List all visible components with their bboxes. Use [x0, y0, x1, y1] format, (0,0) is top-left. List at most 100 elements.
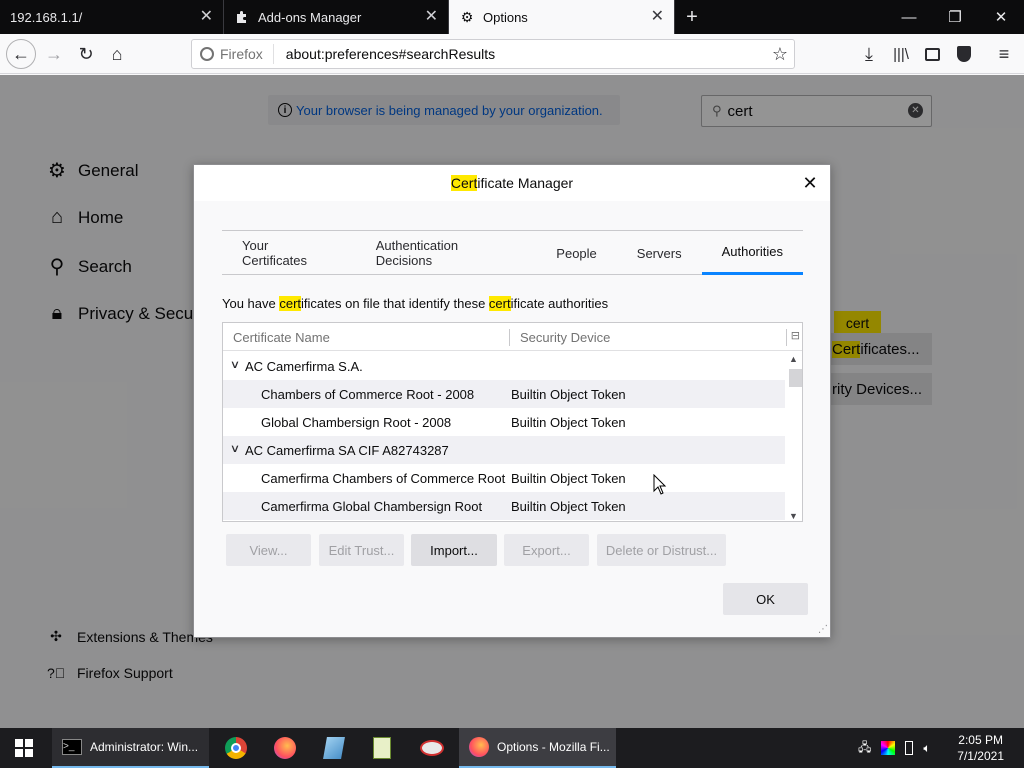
security-device: Builtin Object Token	[511, 415, 626, 430]
ublock-button[interactable]	[950, 40, 978, 68]
terminal-icon: >_	[62, 739, 82, 755]
sidebar-button[interactable]	[918, 40, 946, 68]
close-window-button[interactable]: ✕	[978, 0, 1024, 34]
volume-muted-icon[interactable]: 🔈︎	[923, 741, 930, 756]
notepad-icon	[373, 737, 391, 759]
chevron-down-icon[interactable]: ∨	[230, 358, 240, 371]
column-picker-icon[interactable]: ⊟	[791, 329, 800, 342]
tab-router[interactable]: 192.168.1.1/ ✕	[0, 0, 224, 34]
bookmark-star-icon[interactable]: ☆	[772, 44, 788, 65]
clock-time: 2:05 PM	[958, 733, 1003, 747]
tab-authentication-decisions[interactable]: Authentication Decisions	[356, 231, 537, 275]
back-button[interactable]: ←	[6, 39, 36, 69]
security-device: Builtin Object Token	[511, 471, 626, 486]
tab-strip: 192.168.1.1/ ✕ Add-ons Manager ✕ ⚙ Optio…	[0, 0, 1024, 34]
column-header-security-device[interactable]: Security Device	[520, 330, 610, 345]
url-text[interactable]: about:preferences#searchResults	[274, 46, 495, 62]
firefox-icon	[469, 737, 489, 757]
tab-addons[interactable]: Add-ons Manager ✕	[224, 0, 449, 34]
desc-text: ificate authorities	[510, 296, 609, 311]
taskbar-label: Administrator: Win...	[90, 740, 199, 754]
library-button[interactable]: |||\	[887, 40, 915, 68]
scroll-up-icon[interactable]: ▲	[789, 354, 798, 364]
tree-scrollbar[interactable]: ▲ ▼	[786, 352, 802, 521]
certificate-tree[interactable]: Certificate Name Security Device ⊟ ∨ AC …	[222, 322, 803, 522]
identity-box[interactable]: Firefox	[192, 44, 274, 64]
reload-button[interactable]: ↻	[72, 40, 100, 68]
tree-row-group[interactable]: ∨ AC Camerfirma SA CIF A82743287	[223, 436, 785, 464]
edit-trust-button[interactable]: Edit Trust...	[319, 534, 404, 566]
cert-name: Global Chambersign Root - 2008	[261, 415, 452, 430]
notepad-taskbar-icon[interactable]	[362, 728, 402, 768]
downloads-button[interactable]: ⤓	[855, 40, 883, 68]
home-button[interactable]: ⌂	[103, 40, 131, 68]
tree-row[interactable]: Chambers of Commerce Root - 2008 Builtin…	[223, 380, 785, 408]
cert-name: Camerfirma Chambers of Commerce Root	[261, 471, 506, 486]
tree-row[interactable]: Camerfirma Global Chambersign Root Built…	[223, 492, 785, 520]
ok-button[interactable]: OK	[723, 583, 808, 615]
view-button[interactable]: View...	[226, 534, 311, 566]
column-divider[interactable]	[509, 329, 510, 346]
tree-row[interactable]: Camerfirma Chambers of Commerce Root Bui…	[223, 464, 785, 492]
security-device: Builtin Object Token	[511, 387, 626, 402]
gear-icon: ⚙	[460, 8, 474, 25]
new-tab-button[interactable]: +	[675, 0, 709, 34]
tab-people[interactable]: People	[536, 231, 616, 275]
close-tab-icon[interactable]: ✕	[651, 9, 664, 25]
nav-bar: ← → ↻ ⌂ Firefox about:preferences#search…	[0, 34, 1024, 74]
close-dialog-button[interactable]: ✕	[800, 173, 820, 193]
tree-header: Certificate Name Security Device ⊟	[223, 323, 802, 351]
tab-authorities[interactable]: Authorities	[701, 231, 803, 275]
tree-row-group[interactable]: ∨ AC Camerfirma S.A.	[223, 352, 785, 380]
app-taskbar-icon[interactable]	[314, 728, 354, 768]
hamburger-menu-icon: ≡	[998, 43, 1010, 64]
color-icon[interactable]	[881, 741, 896, 755]
forward-button[interactable]: →	[40, 40, 68, 68]
paint-taskbar-icon[interactable]	[412, 728, 452, 768]
shield-icon	[957, 46, 971, 62]
scroll-down-icon[interactable]: ▼	[789, 511, 798, 521]
close-tab-icon[interactable]: ✕	[425, 9, 438, 25]
mouse-cursor-icon	[653, 474, 667, 495]
import-button[interactable]: Import...	[411, 534, 497, 566]
notebook-icon	[323, 737, 345, 759]
battery-icon[interactable]	[905, 741, 914, 755]
export-button[interactable]: Export...	[504, 534, 589, 566]
menu-button[interactable]: ≡	[990, 40, 1018, 68]
cert-name: AC Camerfirma SA CIF A82743287	[245, 443, 449, 458]
chrome-icon	[225, 737, 247, 759]
tree-row[interactable]: Global Chambersign Root - 2008 Builtin O…	[223, 408, 785, 436]
tab-label: Options	[483, 9, 528, 25]
taskbar-cmd-window[interactable]: >_ Administrator: Win...	[52, 728, 209, 768]
desc-highlight: cert	[279, 296, 302, 311]
scrollbar-thumb[interactable]	[789, 369, 802, 387]
restore-button[interactable]: ❐	[932, 0, 978, 34]
tab-your-certificates[interactable]: Your Certificates	[222, 231, 356, 275]
desc-text: ificates on file that identify these	[301, 296, 489, 311]
column-divider[interactable]	[786, 329, 787, 346]
title-text: ificate Manager	[477, 175, 574, 191]
system-clock[interactable]: 2:05 PM 7/1/2021	[957, 732, 1004, 764]
close-tab-icon[interactable]: ✕	[200, 9, 213, 25]
tab-label: Add-ons Manager	[258, 9, 362, 25]
network-icon[interactable]: 🖧	[858, 738, 871, 759]
dialog-title: Cert ificate Manager	[194, 165, 830, 201]
minimize-button[interactable]: —	[886, 0, 932, 34]
url-bar[interactable]: Firefox about:preferences#searchResults …	[191, 39, 795, 69]
tab-options[interactable]: ⚙ Options ✕	[449, 0, 675, 34]
taskbar-firefox-window[interactable]: Options - Mozilla Fi...	[459, 728, 616, 768]
paint-icon	[420, 740, 444, 756]
system-tray: 🖧 🔈︎	[858, 728, 937, 768]
tab-servers[interactable]: Servers	[617, 231, 702, 275]
column-header-certificate-name[interactable]: Certificate Name	[233, 330, 330, 345]
firefox-taskbar-icon[interactable]	[265, 728, 305, 768]
close-icon: ✕	[802, 172, 818, 193]
desc-text: You have	[222, 296, 280, 311]
start-button[interactable]	[4, 728, 44, 768]
clock-date: 7/1/2021	[957, 749, 1004, 763]
delete-distrust-button[interactable]: Delete or Distrust...	[597, 534, 726, 566]
chrome-taskbar-icon[interactable]	[216, 728, 256, 768]
reload-icon: ↻	[78, 43, 94, 64]
resize-grip-icon[interactable]: ⋰	[818, 624, 828, 635]
chevron-down-icon[interactable]: ∨	[230, 442, 240, 455]
